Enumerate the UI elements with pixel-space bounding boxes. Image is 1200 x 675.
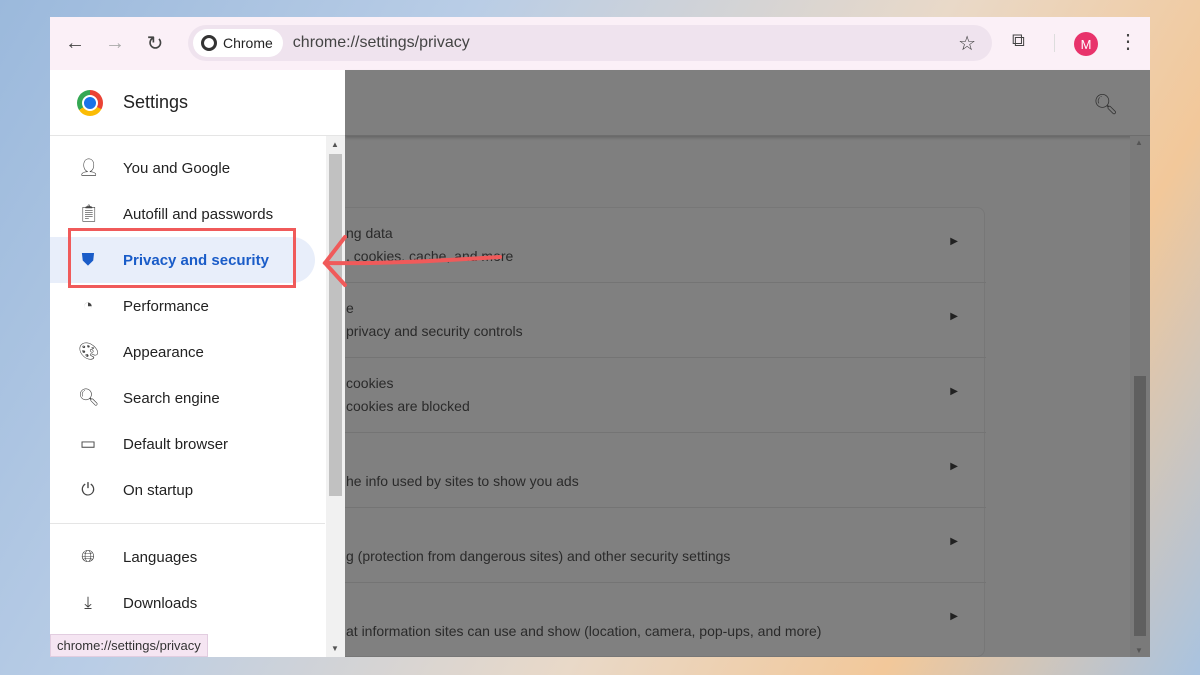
annotation-arrow [322, 235, 502, 287]
browser-window: ← → ↻ Chrome chrome://settings/privacy ☆… [50, 17, 1150, 657]
status-bubble: chrome://settings/privacy [50, 634, 208, 657]
